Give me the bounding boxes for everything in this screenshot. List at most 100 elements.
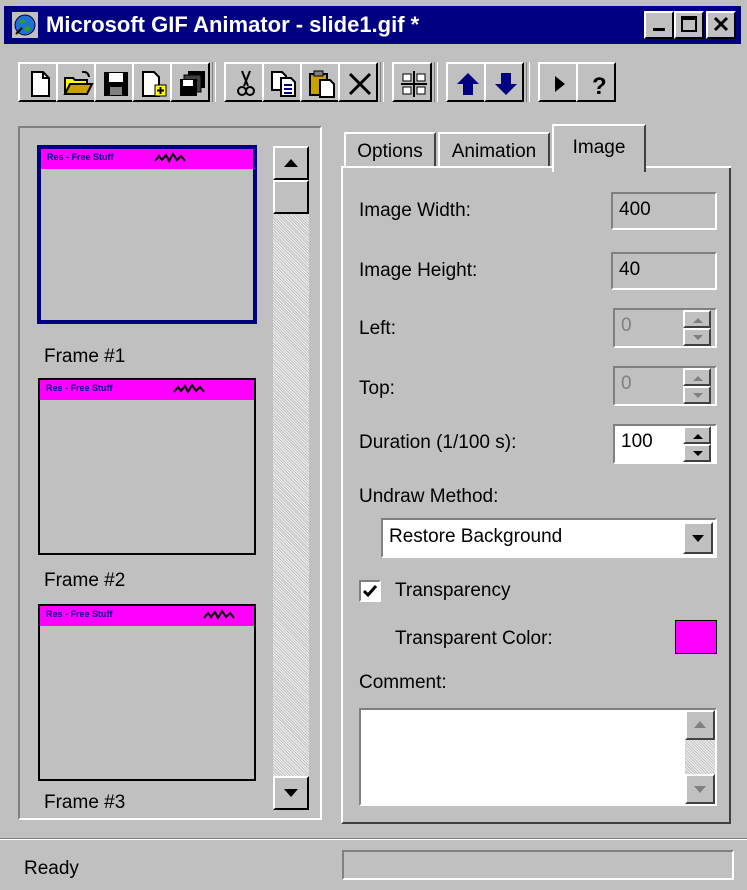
maximize-button[interactable] bbox=[674, 11, 704, 39]
minimize-button[interactable] bbox=[644, 11, 674, 39]
top-spin-up[interactable] bbox=[683, 368, 711, 386]
comment-scrollbar[interactable] bbox=[685, 710, 715, 804]
select-all-button[interactable] bbox=[392, 62, 432, 102]
comment-scroll-down[interactable] bbox=[685, 774, 715, 804]
frame-thumbnail-3[interactable]: Res - Free Stuff bbox=[38, 604, 256, 781]
transparency-checkbox[interactable] bbox=[359, 580, 381, 602]
arrow-up-icon bbox=[694, 721, 706, 728]
frames-pane: Res - Free Stuff Frame #1 Res - Free Stu… bbox=[18, 126, 322, 820]
image-width-label: Image Width: bbox=[359, 200, 471, 221]
frame-label-2: Frame #2 bbox=[44, 570, 126, 591]
banner-art-icon bbox=[203, 609, 235, 621]
frame-label-1: Frame #1 bbox=[44, 346, 126, 367]
toolbar-separator bbox=[212, 62, 216, 102]
close-icon bbox=[713, 16, 729, 32]
frames-scrollbar[interactable] bbox=[273, 146, 309, 810]
frame-banner: Res - Free Stuff bbox=[40, 380, 254, 400]
arrow-up-icon bbox=[693, 434, 703, 439]
dropdown-button[interactable] bbox=[683, 522, 713, 554]
status-text: Ready bbox=[24, 858, 79, 879]
tab-image[interactable]: Image bbox=[552, 124, 646, 172]
help-button[interactable]: ? bbox=[576, 62, 616, 102]
paste-icon bbox=[309, 70, 335, 98]
arrow-down-icon bbox=[693, 393, 703, 398]
select-all-icon bbox=[401, 71, 427, 97]
image-height-label: Image Height: bbox=[359, 260, 478, 281]
banner-art-icon bbox=[173, 383, 205, 395]
arrow-down-icon bbox=[693, 335, 703, 340]
delete-button[interactable] bbox=[338, 62, 378, 102]
undraw-method-label: Undraw Method: bbox=[359, 486, 499, 507]
move-up-button[interactable] bbox=[446, 62, 486, 102]
transparent-color-label: Transparent Color: bbox=[395, 628, 553, 649]
duration-spin-up[interactable] bbox=[683, 426, 711, 444]
image-width-field: 400 bbox=[611, 192, 717, 230]
arrow-up-icon bbox=[693, 376, 703, 381]
gif-animator-window: Microsoft GIF Animator - slide1.gif * ? … bbox=[0, 0, 747, 890]
transparency-label: Transparency bbox=[395, 580, 511, 601]
top-spin-down[interactable] bbox=[683, 386, 711, 404]
cut-icon bbox=[237, 70, 255, 96]
toolbar-separator bbox=[434, 62, 438, 102]
toolbar-separator bbox=[380, 62, 384, 102]
preview-button[interactable] bbox=[538, 62, 578, 102]
save-as-button[interactable] bbox=[170, 62, 210, 102]
comment-scroll-up[interactable] bbox=[685, 710, 715, 740]
arrow-down-icon bbox=[284, 789, 298, 797]
move-down-icon bbox=[495, 73, 517, 95]
save-as-icon bbox=[180, 71, 205, 96]
copy-button[interactable] bbox=[262, 62, 302, 102]
scroll-thumb[interactable] bbox=[273, 180, 309, 214]
frame-banner: Res - Free Stuff bbox=[41, 149, 253, 169]
globe-icon bbox=[12, 12, 38, 38]
left-label: Left: bbox=[359, 318, 396, 339]
comment-label: Comment: bbox=[359, 672, 447, 693]
cut-button[interactable] bbox=[224, 62, 264, 102]
frame-thumbnail-1[interactable]: Res - Free Stuff bbox=[37, 145, 257, 324]
left-spin-down[interactable] bbox=[683, 328, 711, 346]
scroll-up-button[interactable] bbox=[273, 146, 309, 180]
duration-spin-down[interactable] bbox=[683, 444, 711, 462]
undraw-method-value: Restore Background bbox=[389, 526, 563, 547]
new-button[interactable] bbox=[18, 62, 58, 102]
open-button[interactable] bbox=[56, 62, 96, 102]
maximize-icon bbox=[681, 16, 697, 32]
copy-icon bbox=[271, 71, 296, 97]
preview-icon bbox=[555, 76, 565, 92]
scroll-down-button[interactable] bbox=[273, 776, 309, 810]
checkmark-icon bbox=[362, 585, 378, 598]
transparent-color-swatch[interactable] bbox=[675, 620, 717, 654]
chevron-down-icon bbox=[692, 535, 704, 542]
duration-label: Duration (1/100 s): bbox=[359, 432, 517, 453]
image-height-field: 40 bbox=[611, 252, 717, 290]
save-icon bbox=[104, 72, 128, 96]
save-button[interactable] bbox=[94, 62, 134, 102]
minimize-icon bbox=[653, 28, 665, 31]
arrow-down-icon bbox=[693, 451, 703, 456]
active-tab-gap bbox=[554, 166, 644, 170]
delete-icon bbox=[348, 72, 372, 96]
window-title: Microsoft GIF Animator - slide1.gif * bbox=[46, 12, 420, 37]
move-down-button[interactable] bbox=[484, 62, 524, 102]
undraw-method-select[interactable]: Restore Background bbox=[381, 518, 717, 558]
status-divider bbox=[0, 838, 747, 840]
frame-label-3: Frame #3 bbox=[44, 792, 126, 813]
status-progress-panel bbox=[342, 850, 734, 880]
new-icon bbox=[31, 71, 50, 97]
banner-art-icon bbox=[154, 152, 186, 164]
move-up-icon bbox=[457, 73, 479, 95]
arrow-up-icon bbox=[693, 318, 703, 323]
image-tab-panel: Image Width: 400 Image Height: 40 Left: … bbox=[341, 168, 731, 824]
frame-thumbnail-2[interactable]: Res - Free Stuff bbox=[38, 378, 256, 555]
svg-text:?: ? bbox=[592, 73, 607, 100]
top-label: Top: bbox=[359, 378, 395, 399]
comment-textarea[interactable] bbox=[359, 708, 717, 806]
insert-icon bbox=[142, 71, 167, 97]
arrow-down-icon bbox=[694, 786, 706, 793]
title-bar[interactable]: Microsoft GIF Animator - slide1.gif * bbox=[4, 6, 741, 44]
paste-button[interactable] bbox=[300, 62, 340, 102]
arrow-up-icon bbox=[284, 159, 298, 167]
close-button[interactable] bbox=[706, 11, 736, 39]
insert-button[interactable] bbox=[132, 62, 172, 102]
left-spin-up[interactable] bbox=[683, 310, 711, 328]
